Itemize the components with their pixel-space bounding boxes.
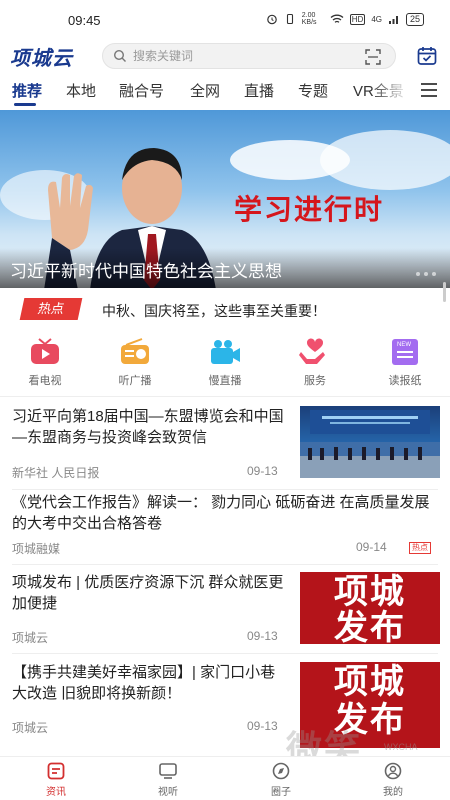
nav-label: 我的 <box>383 787 403 798</box>
banner-caption: 习近平新时代中国特色社会主义思想 <box>10 262 282 281</box>
compass-icon <box>272 762 290 780</box>
hands-heart-icon <box>299 338 325 364</box>
tab-live[interactable]: 直播 <box>244 80 274 101</box>
svg-text:NEW: NEW <box>397 342 411 348</box>
quick-link-service[interactable]: 服务 <box>280 338 350 388</box>
quick-link-tv[interactable]: 看电视 <box>10 338 80 388</box>
signal-label: 4G <box>371 14 382 24</box>
tv-icon <box>31 338 59 364</box>
news-source: 新华社 人民日报 <box>12 466 100 480</box>
nav-av[interactable]: 视听 <box>138 761 198 798</box>
quick-link-slow-live[interactable]: 慢直播 <box>190 338 260 388</box>
quick-link-label: 读报纸 <box>388 375 422 387</box>
network-speed: 2.00 KB/s <box>301 12 317 26</box>
news-icon <box>47 762 65 780</box>
nav-mine[interactable]: 我的 <box>363 761 423 798</box>
news-time: 09-13 <box>247 464 278 478</box>
tv-icon <box>159 763 177 779</box>
bottom-navigation: 资讯 视听 圈子 我的 <box>0 756 450 800</box>
quick-link-label: 慢直播 <box>208 375 242 387</box>
news-thumbnail <box>300 406 440 478</box>
section-divider <box>0 396 450 397</box>
news-item[interactable]: 《党代会工作报告》解读一： 勠力同心 砥砺奋进 在高质量发展的大考中交出合格答卷… <box>0 490 450 562</box>
news-title[interactable]: 【携手共建美好幸福家园】| 家门口小巷大改造 旧貌即将换新颜！ <box>12 662 290 704</box>
thumbnail-text: 项城 <box>334 573 406 611</box>
tab-fade <box>370 76 410 106</box>
status-time: 09:45 <box>68 13 101 28</box>
status-bar: 09:45 2.00 KB/s HD 4G 25 <box>0 0 450 38</box>
news-source: 项城云 <box>12 721 49 735</box>
menu-icon[interactable] <box>420 82 438 98</box>
hot-tag: 热点 <box>409 542 431 554</box>
hot-news-ticker[interactable]: 热点 中秋、国庆将至，这些事至关重要！ <box>0 292 450 326</box>
channel-tabs: 推荐 本地 融合号 全网 直播 专题 VR全景 <box>0 76 450 106</box>
wifi-icon <box>330 14 344 23</box>
search-icon <box>113 49 126 62</box>
nav-news[interactable]: 资讯 <box>26 761 86 798</box>
news-title[interactable]: 项城发布 | 优质医疗资源下沉 群众就医更加便捷 <box>12 572 290 614</box>
quick-link-label: 服务 <box>304 375 326 387</box>
news-time: 09-13 <box>247 629 278 643</box>
nav-label: 资讯 <box>46 787 66 798</box>
app-header: 项城云 <box>0 38 450 74</box>
news-item[interactable]: 【携手共建美好幸福家园】| 家门口小巷大改造 旧貌即将换新颜！ 项城云 09-1… <box>0 662 450 748</box>
alarm-icon <box>266 14 277 25</box>
news-time: 09-13 <box>247 719 278 733</box>
news-time: 09-14 <box>356 540 387 554</box>
video-camera-icon <box>211 340 240 364</box>
tab-fusion[interactable]: 融合号 <box>119 80 164 101</box>
tab-network[interactable]: 全网 <box>190 80 220 101</box>
signal-icon <box>388 15 398 24</box>
nav-label: 视听 <box>158 787 178 798</box>
news-source: 项城云 <box>12 631 49 645</box>
quick-link-label: 看电视 <box>28 375 62 387</box>
scan-icon[interactable] <box>365 49 381 65</box>
quick-link-radio[interactable]: 听广播 <box>100 338 170 388</box>
status-icons: 2.00 KB/s HD 4G 25 <box>266 12 424 26</box>
carousel-dot <box>424 272 428 276</box>
vibrate-icon <box>286 13 293 25</box>
news-item[interactable]: 项城发布 | 优质医疗资源下沉 群众就医更加便捷 项城云 09-13 项城 发布 <box>0 572 450 652</box>
battery-indicator: 25 <box>405 12 424 26</box>
conference-image <box>300 410 440 478</box>
search-bar[interactable] <box>102 43 396 69</box>
news-item[interactable]: 习近平向第18届中国—东盟博览会和中国—东盟商务与投资峰会致贺信 新华社 人民日… <box>0 404 450 490</box>
carousel-dots <box>416 272 436 276</box>
app-logo[interactable]: 项城云 <box>10 42 73 71</box>
quick-link-newspaper[interactable]: NEW 读报纸 <box>370 338 440 388</box>
hot-headline[interactable]: 中秋、国庆将至，这些事至关重要！ <box>102 301 326 321</box>
item-divider <box>12 564 438 565</box>
news-thumbnail: 项城 发布 <box>300 572 440 644</box>
carousel-dot <box>416 272 420 276</box>
newspaper-icon: NEW <box>392 339 418 365</box>
hot-badge: 热点 <box>19 298 83 320</box>
nav-circle[interactable]: 圈子 <box>251 761 311 798</box>
banner-carousel[interactable]: 学习进行时 习近平新时代中国特色社会主义思想 <box>0 110 450 288</box>
carousel-dot <box>432 272 436 276</box>
banner-slogan: 学习进行时 <box>234 194 385 225</box>
thumbnail-text: 项城 <box>334 663 406 701</box>
news-title[interactable]: 《党代会工作报告》解读一： 勠力同心 砥砺奋进 在高质量发展的大考中交出合格答卷 <box>12 492 438 534</box>
calendar-icon[interactable] <box>416 45 438 67</box>
hd-badge: HD <box>349 13 366 25</box>
active-tab-indicator <box>14 103 36 106</box>
user-icon <box>384 762 402 780</box>
tab-local[interactable]: 本地 <box>66 80 96 101</box>
cloud <box>320 130 450 190</box>
nav-label: 圈子 <box>271 787 291 798</box>
thumbnail-text: 发布 <box>334 609 406 644</box>
quick-links: 看电视 听广播 慢直播 服务 NEW 读报纸 <box>0 338 450 394</box>
news-source: 项城融媒 <box>12 542 61 556</box>
item-divider <box>12 653 438 654</box>
search-input[interactable] <box>133 49 343 63</box>
quick-link-label: 听广播 <box>118 375 152 387</box>
radio-icon <box>121 338 149 364</box>
tab-topics[interactable]: 专题 <box>298 80 328 101</box>
news-title[interactable]: 习近平向第18届中国—东盟博览会和中国—东盟商务与投资峰会致贺信 <box>12 406 290 448</box>
watermark-sub: WXCHA <box>384 742 418 752</box>
tab-recommend[interactable]: 推荐 <box>12 80 42 101</box>
